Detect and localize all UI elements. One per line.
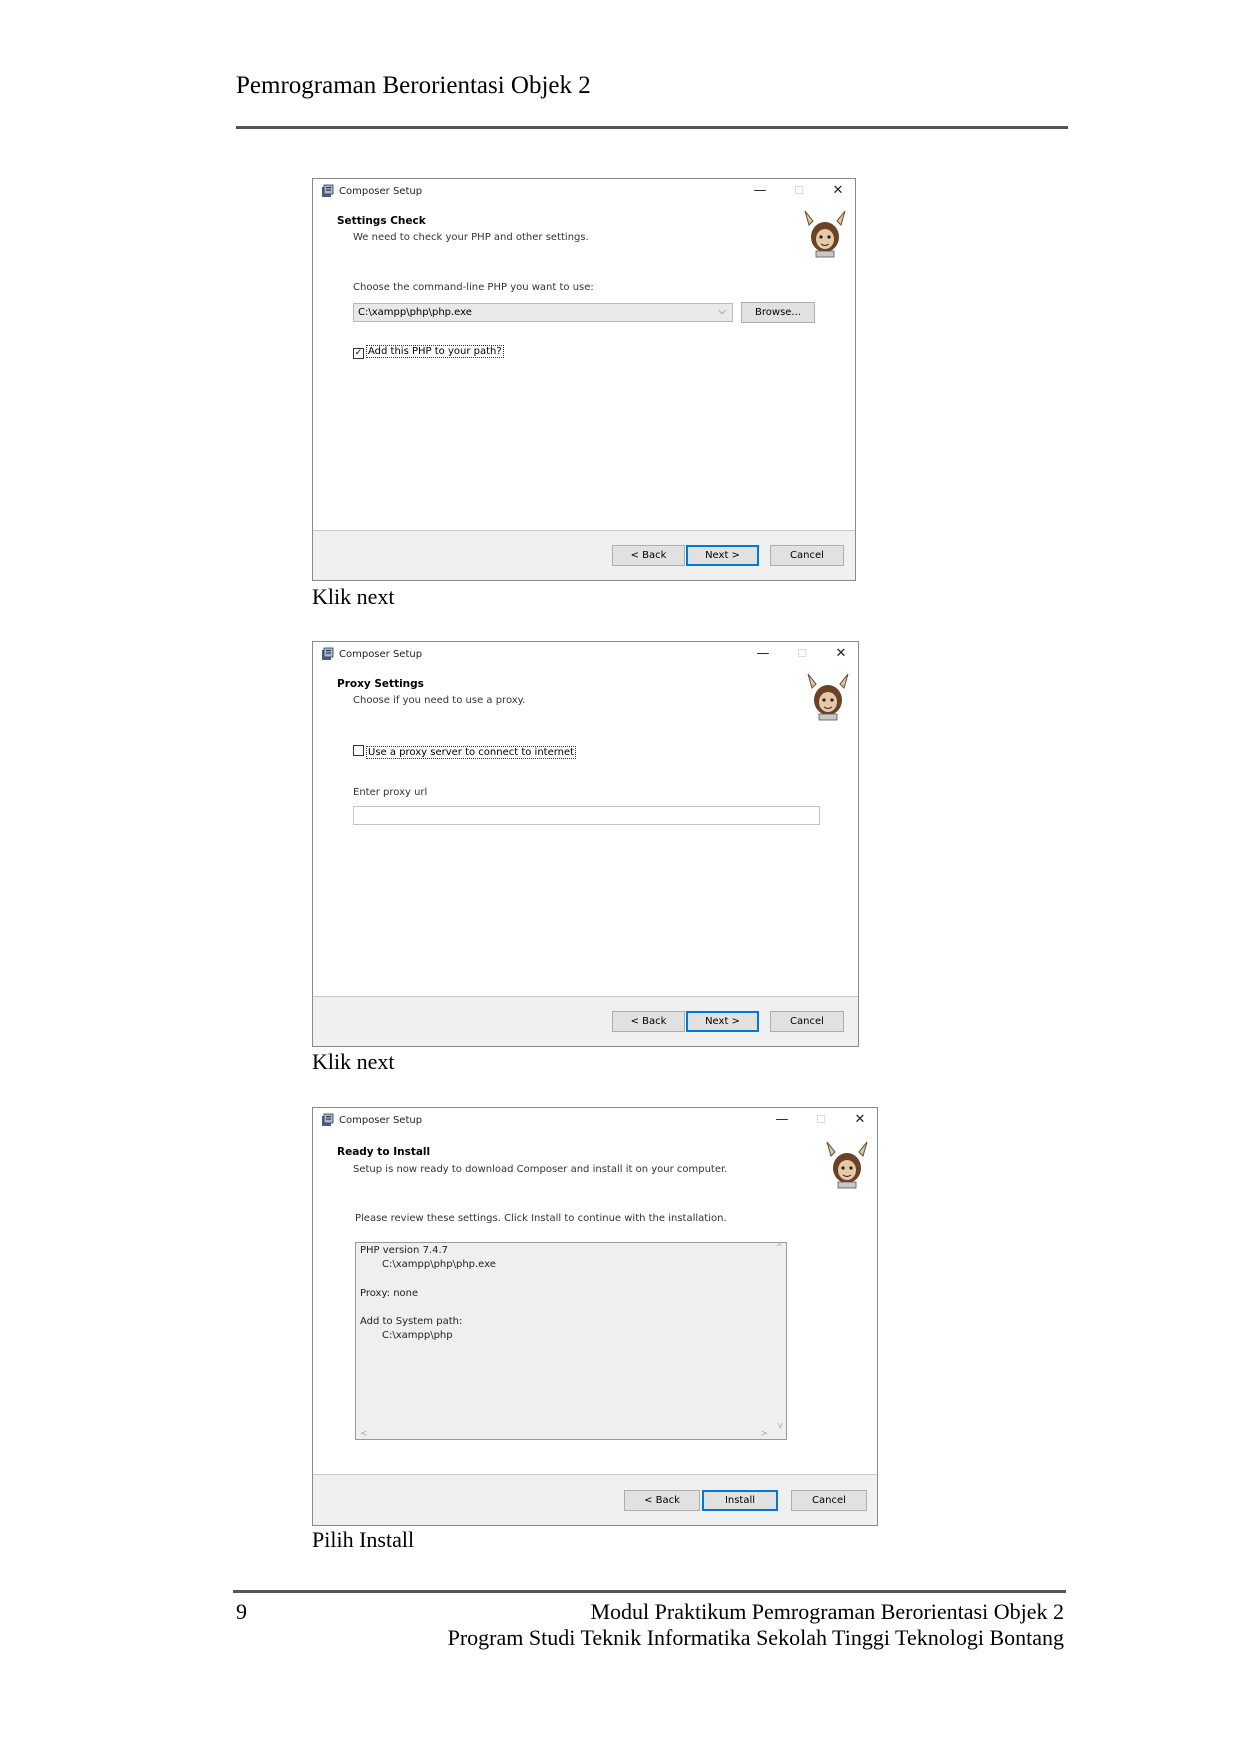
review-settings-label: Please review these settings. Click Inst… — [355, 1213, 727, 1224]
choose-php-label: Choose the command-line PHP you want to … — [353, 282, 594, 293]
page-header-title: Pemrograman Berorientasi Objek 2 — [236, 72, 591, 99]
button-bar: < Back Next > Cancel — [313, 996, 858, 1046]
close-button[interactable]: ✕ — [851, 1112, 869, 1128]
window-title: Composer Setup — [339, 186, 423, 197]
window-title: Composer Setup — [339, 649, 423, 660]
composer-mascot-icon — [804, 210, 846, 258]
close-button[interactable]: ✕ — [832, 646, 850, 662]
browse-button[interactable]: Browse... — [741, 302, 815, 323]
composer-app-icon — [322, 1113, 334, 1126]
cancel-button[interactable]: Cancel — [791, 1490, 867, 1511]
step-subheading: We need to check your PHP and other sett… — [353, 232, 589, 243]
proxy-url-input[interactable] — [353, 806, 820, 825]
maximize-button[interactable]: ☐ — [793, 646, 811, 662]
php-path-value: C:\xampp\php\php.exe — [358, 307, 472, 318]
step-heading: Proxy Settings — [337, 678, 424, 690]
scroll-right-icon[interactable]: > — [760, 1429, 768, 1439]
composer-app-icon — [322, 647, 334, 660]
cancel-button[interactable]: Cancel — [770, 1011, 844, 1032]
composer-mascot-icon — [826, 1141, 868, 1189]
caption-2: Klik next — [312, 1049, 395, 1074]
footer-line-2: Program Studi Teknik Informatika Sekolah… — [447, 1625, 1064, 1650]
step-subheading: Choose if you need to use a proxy. — [353, 695, 526, 706]
php-path-select[interactable]: C:\xampp\php\php.exe ⌵ — [353, 303, 733, 322]
scroll-down-icon[interactable]: v — [778, 1421, 783, 1431]
cancel-button[interactable]: Cancel — [770, 545, 844, 566]
php-version-line: PHP version 7.4.7 — [360, 1245, 449, 1256]
use-proxy-label: Use a proxy server to connect to interne… — [366, 746, 577, 759]
proxy-settings-dialog: Composer Setup — ☐ ✕ Proxy Settings Choo… — [312, 641, 859, 1047]
checkbox-unchecked-icon — [353, 745, 364, 756]
back-button[interactable]: < Back — [624, 1490, 700, 1511]
use-proxy-checkbox[interactable]: Use a proxy server to connect to interne… — [353, 745, 577, 759]
page-number: 9 — [236, 1599, 247, 1624]
composer-app-icon — [322, 184, 334, 197]
minimize-button[interactable]: — — [773, 1112, 791, 1128]
header-rule — [236, 126, 1068, 129]
step-subheading: Setup is now ready to download Composer … — [353, 1164, 728, 1175]
footer-text: Modul Praktikum Pemrograman Berorientasi… — [448, 1599, 1064, 1651]
add-to-path-checkbox[interactable]: ✓ Add this PHP to your path? — [353, 345, 504, 359]
next-button[interactable]: Next > — [686, 1011, 759, 1032]
chevron-down-icon: ⌵ — [718, 306, 726, 317]
footer-rule — [233, 1590, 1066, 1593]
caption-3: Pilih Install — [312, 1527, 415, 1552]
next-button[interactable]: Next > — [686, 545, 759, 566]
close-button[interactable]: ✕ — [829, 183, 847, 199]
back-button[interactable]: < Back — [612, 545, 685, 566]
scroll-up-icon[interactable]: ^ — [775, 1243, 783, 1253]
maximize-button[interactable]: ☐ — [812, 1112, 830, 1128]
system-path-line: C:\xampp\php — [382, 1330, 453, 1341]
ready-to-install-dialog: Composer Setup — ☐ ✕ Ready to Install Se… — [312, 1107, 878, 1526]
proxy-url-label: Enter proxy url — [353, 787, 428, 798]
button-bar: < Back Install Cancel — [313, 1474, 877, 1525]
install-button[interactable]: Install — [702, 1490, 778, 1511]
title-bar: Composer Setup — ☐ ✕ — [313, 179, 855, 205]
checkbox-checked-icon: ✓ — [353, 348, 364, 359]
back-button[interactable]: < Back — [612, 1011, 685, 1032]
proxy-line: Proxy: none — [360, 1288, 419, 1299]
maximize-button[interactable]: ☐ — [790, 183, 808, 199]
window-title: Composer Setup — [339, 1115, 423, 1126]
minimize-button[interactable]: — — [751, 183, 769, 199]
settings-check-dialog: Composer Setup — ☐ ✕ Settings Check We n… — [312, 178, 856, 581]
php-path-line: C:\xampp\php\php.exe — [382, 1259, 496, 1270]
title-bar: Composer Setup — ☐ ✕ — [313, 642, 858, 668]
composer-mascot-icon — [807, 673, 849, 721]
button-bar: < Back Next > Cancel — [313, 530, 855, 580]
add-to-path-label: Add this PHP to your path? — [366, 345, 504, 358]
scroll-left-icon[interactable]: < — [360, 1429, 368, 1439]
settings-summary-box[interactable]: PHP version 7.4.7 C:\xampp\php\php.exe P… — [355, 1242, 787, 1440]
title-bar: Composer Setup — ☐ ✕ — [313, 1108, 877, 1134]
step-heading: Ready to Install — [337, 1146, 431, 1158]
system-path-heading-line: Add to System path: — [360, 1316, 463, 1327]
minimize-button[interactable]: — — [754, 646, 772, 662]
step-heading: Settings Check — [337, 215, 426, 227]
caption-1: Klik next — [312, 584, 395, 609]
footer-line-1: Modul Praktikum Pemrograman Berorientasi… — [590, 1599, 1064, 1624]
